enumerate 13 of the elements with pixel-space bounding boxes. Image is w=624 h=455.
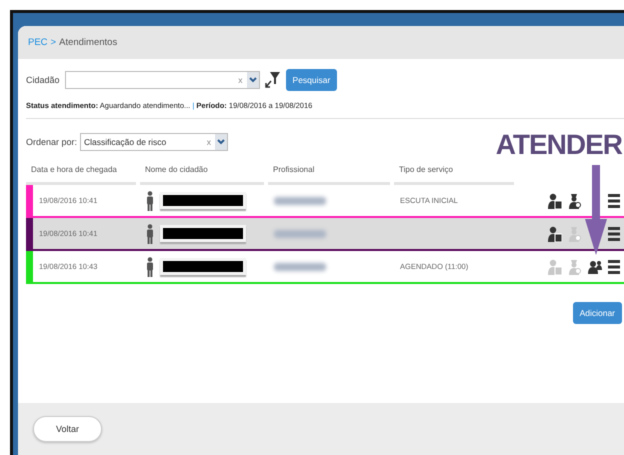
breadcrumb-separator: > — [50, 37, 56, 48]
clear-button[interactable]: x — [238, 75, 243, 85]
sort-label: Ordenar por: — [26, 137, 78, 147]
search-button[interactable]: Pesquisar — [286, 69, 338, 91]
breadcrumb-link[interactable]: PEC — [28, 37, 48, 48]
citizen-field[interactable]: x — [64, 71, 260, 89]
breadcrumb-current: Atendimentos — [59, 37, 118, 48]
sort-field[interactable]: Classificação de risco x — [80, 133, 228, 151]
add-button[interactable]: Adicionar — [572, 302, 622, 324]
back-button[interactable]: Voltar — [33, 416, 102, 442]
clear-button[interactable]: x — [206, 137, 212, 147]
annotation-label: ATENDER — [496, 129, 622, 161]
citizen-label: Cidadão — [26, 75, 60, 85]
